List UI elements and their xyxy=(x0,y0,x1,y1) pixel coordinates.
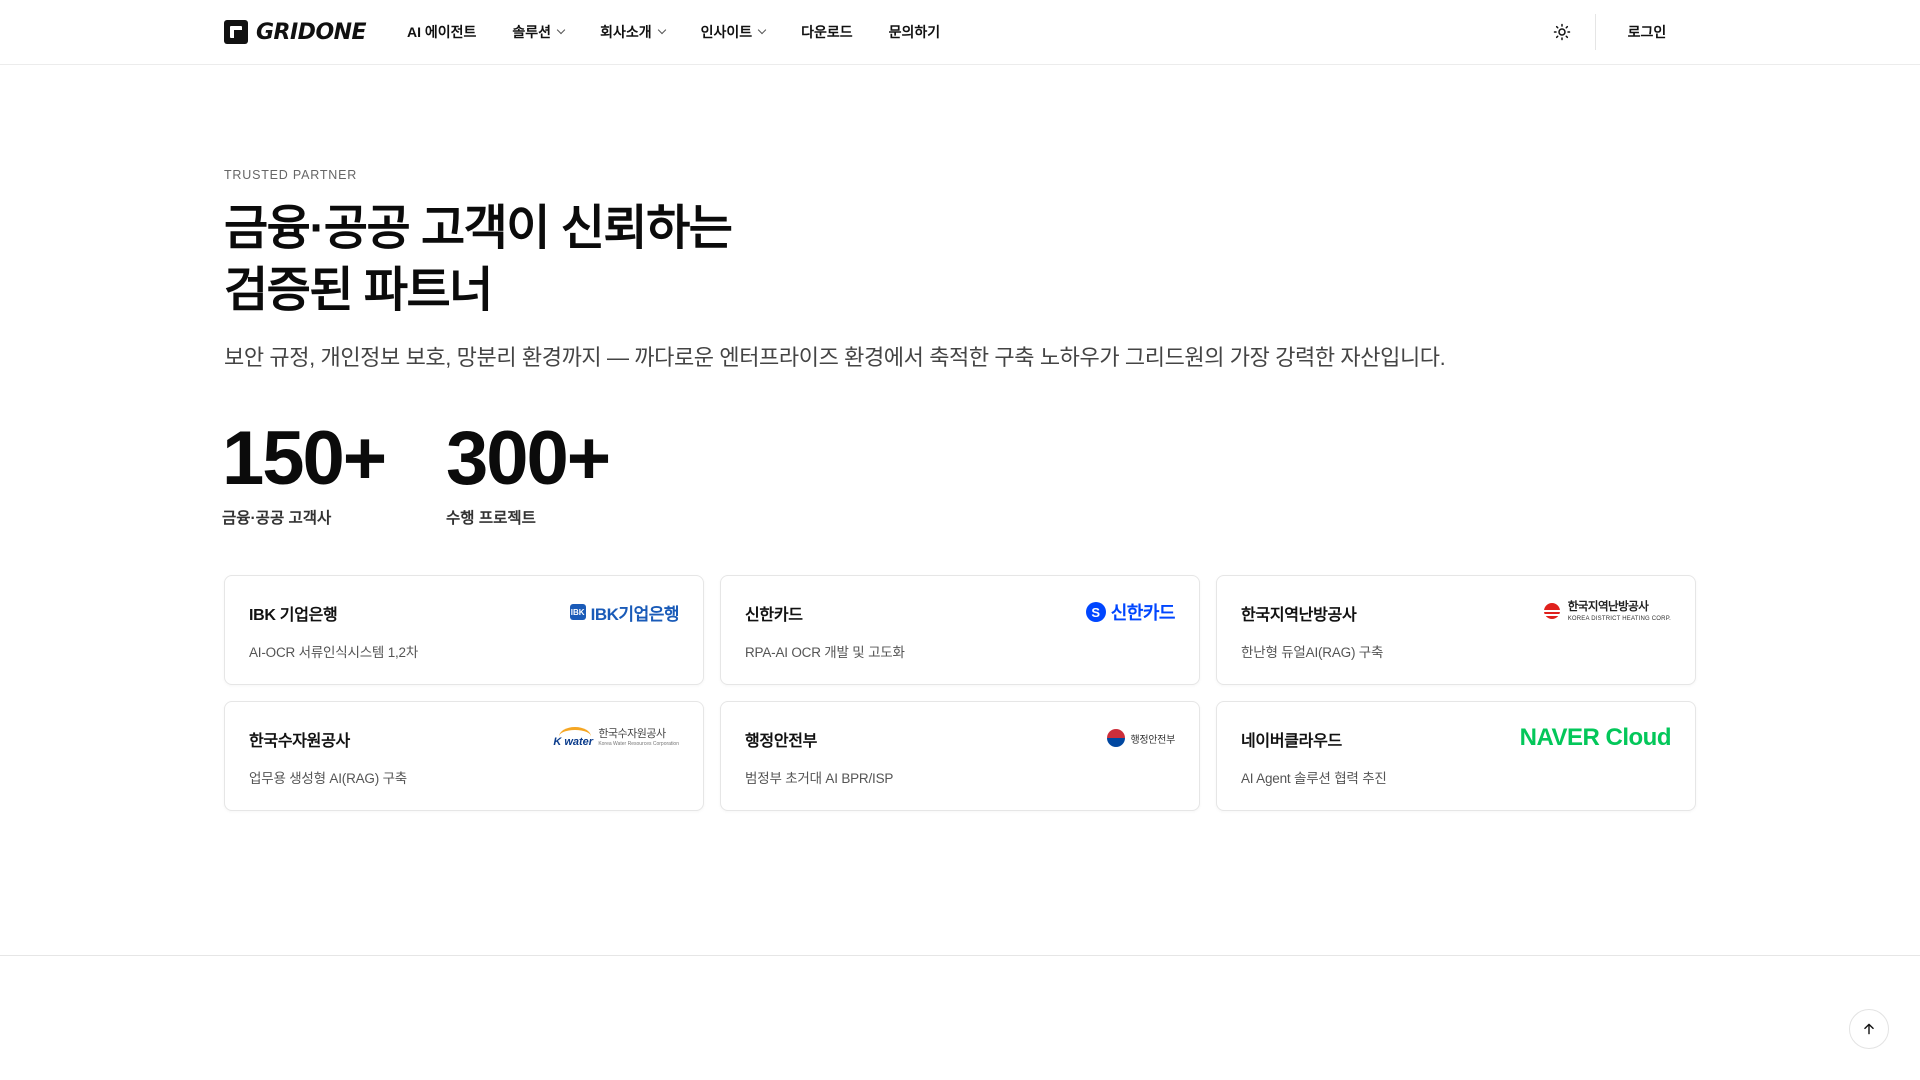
shinhan-logo-text: 신한카드 xyxy=(1110,603,1176,623)
kdhc-logo-mark xyxy=(1540,603,1563,621)
client-project: AI-OCR 서류인식시스템 1,2차 xyxy=(249,645,419,660)
logo-text: GRIDONE xyxy=(256,19,367,45)
client-project: 범정부 초거대 AI BPR/ISP xyxy=(745,771,894,786)
header-divider xyxy=(1595,14,1596,50)
login-button[interactable]: 로그인 xyxy=(1612,22,1682,42)
section-eyebrow: TRUSTED PARTNER xyxy=(224,168,358,182)
kwater-logo-subtext: Korea Water Resources Corporation xyxy=(598,741,679,747)
headline-line-2: 검증된 파트너 xyxy=(224,264,493,317)
headline-line-1: 금융·공공 고객이 신뢰하는 xyxy=(224,202,733,255)
sun-icon xyxy=(1553,23,1571,41)
ibk-logo-text: IBK기업은행 xyxy=(590,604,680,624)
stat-label: 금융·공공 고객사 xyxy=(222,510,332,527)
arrow-up-icon xyxy=(1864,1023,1874,1035)
kwater-logo-mark: K water xyxy=(553,727,593,749)
nav-item-label: 회사소개 xyxy=(600,24,652,40)
site-header: GRIDONE AI 에이전트 솔루션 회사소개 인사이트 다운로드 문의하기 xyxy=(0,0,1920,65)
kwater-logo-text: 한국수자원공사 xyxy=(598,728,666,740)
shinhan-logo-mark: S xyxy=(1085,602,1106,622)
mois-logo: 행정안전부 xyxy=(1107,724,1175,752)
chevron-down-icon xyxy=(657,25,666,35)
shinhan-logo: S 신한카드 xyxy=(1085,598,1176,626)
client-name: 행정안전부 xyxy=(745,733,818,750)
ibk-logo-badge: IBK xyxy=(569,604,586,620)
stat-value: 150+ xyxy=(222,416,387,501)
client-name: IBK 기업은행 xyxy=(249,607,338,624)
client-card-kdhc[interactable]: 한국지역난방공사 한난형 듀얼AI(RAG) 구축 한국지역난방공사 KOREA… xyxy=(1216,575,1696,685)
client-name: 한국수자원공사 xyxy=(249,733,350,750)
ibk-logo: IBK IBK기업은행 xyxy=(569,598,680,626)
client-card-mois[interactable]: 행정안전부 범정부 초거대 AI BPR/ISP 행정안전부 xyxy=(720,701,1200,811)
kdhc-logo-text: 한국지역난방공사 xyxy=(1567,601,1649,614)
stat-clients: 150+ 금융·공공 고객사 xyxy=(222,416,387,528)
nav-item-company[interactable]: 회사소개 xyxy=(600,22,666,42)
main-nav: AI 에이전트 솔루션 회사소개 인사이트 다운로드 문의하기 xyxy=(407,22,940,42)
client-project: 한난형 듀얼AI(RAG) 구축 xyxy=(1241,645,1384,660)
mois-logo-text: 행정안전부 xyxy=(1130,734,1175,746)
client-project: RPA-AI OCR 개발 및 고도화 xyxy=(745,645,905,660)
stat-projects: 300+ 수행 프로젝트 xyxy=(446,416,611,528)
stat-label: 수행 프로젝트 xyxy=(446,510,536,527)
nav-item-label: 인사이트 xyxy=(700,24,753,40)
theme-toggle-button[interactable] xyxy=(1548,18,1576,46)
kdhc-logo: 한국지역난방공사 KOREA DISTRICT HEATING CORP. xyxy=(1540,598,1671,626)
taegeuk-emblem-icon xyxy=(1107,729,1126,747)
stat-value: 300+ xyxy=(446,416,611,501)
nav-item-ai-agent[interactable]: AI 에이전트 xyxy=(407,22,476,42)
client-name: 신한카드 xyxy=(745,607,803,624)
client-card-ibk[interactable]: IBK 기업은행 AI-OCR 서류인식시스템 1,2차 IBK IBK기업은행 xyxy=(224,575,704,685)
section-subhead: 보안 규정, 개인정보 보호, 망분리 환경까지 — 까다로운 엔터프라이즈 환… xyxy=(224,345,1446,370)
nav-item-insights[interactable]: 인사이트 xyxy=(700,22,767,42)
kwater-logo-mark-text: K water xyxy=(553,736,594,748)
client-card-kwater[interactable]: 한국수자원공사 업무용 생성형 AI(RAG) 구축 K water 한국수자원… xyxy=(224,701,704,811)
kwater-logo: K water 한국수자원공사 Korea Water Resources Co… xyxy=(553,724,679,752)
gridone-logo[interactable]: GRIDONE xyxy=(224,19,367,45)
chevron-down-icon xyxy=(757,25,767,35)
nav-item-label: AI 에이전트 xyxy=(407,24,477,40)
client-name: 네이버클라우드 xyxy=(1241,733,1342,750)
nav-item-label: 문의하기 xyxy=(888,24,941,40)
scroll-to-top-button[interactable] xyxy=(1849,1009,1889,1049)
nav-item-solutions[interactable]: 솔루션 xyxy=(512,22,566,42)
logo-mark-icon xyxy=(224,20,248,44)
client-card-naver-cloud[interactable]: 네이버클라우드 AI Agent 솔루션 협력 추진 NAVER Cloud xyxy=(1216,701,1696,811)
chevron-down-icon xyxy=(556,25,566,35)
client-project: 업무용 생성형 AI(RAG) 구축 xyxy=(249,771,408,786)
naver-cloud-logo: NAVER Cloud xyxy=(1519,724,1672,752)
nav-item-download[interactable]: 다운로드 xyxy=(801,22,853,42)
kdhc-logo-subtext: KOREA DISTRICT HEATING CORP. xyxy=(1567,615,1671,622)
section-divider xyxy=(0,955,1920,956)
nav-item-label: 다운로드 xyxy=(801,24,853,40)
client-name: 한국지역난방공사 xyxy=(1241,607,1357,624)
section-headline: 금융·공공 고객이 신뢰하는 검증된 파트너 xyxy=(224,198,733,322)
nav-item-label: 솔루션 xyxy=(512,24,552,40)
naver-cloud-logo-text: NAVER Cloud xyxy=(1519,724,1672,751)
client-project: AI Agent 솔루션 협력 추진 xyxy=(1241,771,1387,786)
client-card-shinhan[interactable]: 신한카드 RPA-AI OCR 개발 및 고도화 S 신한카드 xyxy=(720,575,1200,685)
nav-item-contact[interactable]: 문의하기 xyxy=(889,22,941,42)
